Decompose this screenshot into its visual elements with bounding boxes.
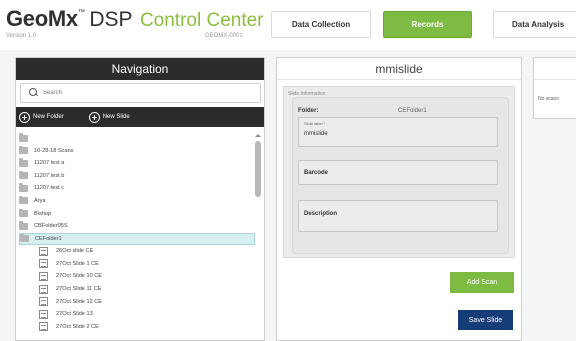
tree-slide-item[interactable]: 27Oct Slide 2 CE — [19, 320, 255, 333]
tree-folder-item[interactable]: 11207 test b — [19, 170, 255, 182]
add-scan-button[interactable]: Add Scan — [450, 272, 514, 293]
brand-control-center: Control Center — [139, 10, 264, 31]
app-header: GeoMx™ DSP Control Center Version 1.0 GE… — [0, 0, 576, 50]
slide-icon — [39, 269, 51, 281]
new-folder-label: New Folder — [33, 114, 64, 120]
instrument-id: GEOMX-0001 — [205, 33, 243, 39]
scroll-up-arrow-icon[interactable] — [255, 134, 261, 137]
tree-item-label: 26Oct slide CE — [56, 248, 94, 255]
navigation-title: Navigation — [16, 58, 264, 80]
folder-key: Folder: — [298, 108, 319, 114]
tree-item-label: 11207 test c — [34, 185, 65, 192]
brand-logo: GeoMx™ DSP Control Center — [6, 6, 264, 32]
tree-folder-item[interactable]: 10-28-18 Scans — [19, 145, 255, 157]
tree-item-label: 27Oct Slide 2 CE — [56, 323, 99, 330]
slide-icon — [39, 257, 51, 269]
scans-empty-text: No scans — [538, 96, 559, 102]
version-label: Version 1.0 — [6, 33, 37, 39]
tree-folder-item[interactable]: CBFolder05S — [19, 220, 255, 232]
description-field[interactable]: Description — [298, 200, 498, 232]
slide-icon — [39, 244, 51, 256]
barcode-field[interactable]: Barcode — [298, 160, 498, 185]
tree-item-label: 10-28-18 Scans — [34, 147, 74, 154]
tree-slide-item[interactable]: 27Oct Slide 11 CE — [19, 282, 255, 295]
description-label: Description — [304, 211, 338, 217]
folder-icon — [19, 208, 28, 218]
folder-value: CEFolder1 — [398, 108, 427, 114]
brand-dsp: DSP — [89, 8, 133, 31]
search-box[interactable] — [20, 83, 261, 103]
brand-geomx: GeoMx — [6, 6, 78, 31]
tree-slide-item[interactable]: 26Oct slide CE — [19, 244, 255, 257]
folder-icon — [19, 133, 28, 142]
tree-item-label: 27Oct Slide 13 — [56, 311, 93, 318]
tree-item-label: Bishop — [34, 210, 52, 217]
tree-slide-item[interactable]: 27Oct Slide 10 CE — [19, 269, 255, 282]
plus-circle-icon — [88, 111, 100, 123]
new-folder-button[interactable]: New Folder — [19, 111, 64, 123]
new-slide-label: New Slide — [102, 114, 130, 120]
folder-icon — [19, 183, 28, 192]
slide-icon — [39, 282, 51, 294]
tree-slide-item[interactable]: 27Oct Slide 1 CE — [19, 257, 255, 270]
tree-folder-item[interactable]: CEFolder1 — [19, 232, 255, 245]
scans-panel-header — [534, 58, 576, 80]
tree-folder-item[interactable]: 11207 test c — [19, 182, 255, 194]
tree-item-label: CEFolder1 — [35, 235, 62, 242]
brand-trademark: ™ — [77, 9, 85, 16]
tree-slide-item[interactable]: 27Oct Slide 13 — [19, 307, 255, 320]
search-icon — [29, 88, 39, 98]
folder-icon — [19, 195, 28, 205]
folder-icon — [19, 158, 28, 167]
tab-records[interactable]: Records — [383, 11, 472, 38]
new-slide-button[interactable]: New Slide — [88, 111, 130, 123]
tree-slide-item[interactable]: 27Oct Slide 12 CE — [19, 295, 255, 308]
folder-icon — [19, 221, 28, 230]
barcode-label: Barcode — [304, 170, 329, 176]
slide-icon — [39, 307, 51, 319]
slide-title: mmislide — [277, 58, 521, 80]
slide-panel: mmislide Slide Information — [276, 57, 522, 341]
scans-panel: No scans — [533, 57, 576, 119]
tab-data-collection[interactable]: Data Collection — [271, 11, 371, 38]
tree-item-label: 27Oct Slide 12 CE — [56, 298, 103, 305]
navigation-panel: Navigation New Folder New Slide 10-28-18… — [15, 57, 265, 341]
slide-label-field[interactable]: Slide label * mmislide — [298, 117, 498, 147]
save-slide-button[interactable]: Save Slide — [458, 310, 513, 330]
tree-item-label: 27Oct Slide 1 CE — [56, 260, 99, 267]
tree-item-label: 11207 test a — [34, 160, 65, 167]
tree-folder-item[interactable]: 11207 test a — [19, 157, 255, 169]
search-input[interactable] — [43, 90, 243, 96]
tree-item-label: 11207 test b — [34, 172, 65, 179]
folder-icon — [19, 145, 28, 155]
slide-icon — [39, 320, 51, 332]
tree-item-label: Arya — [34, 197, 46, 204]
tree-item-label: 27Oct Slide 10 CE — [56, 273, 103, 280]
folder-tree: 10-28-18 Scans 11207 test a 11207 test b 11… — [19, 132, 255, 340]
tree-folder-item[interactable]: Arya — [19, 195, 255, 207]
tree-item-label: CBFolder05S — [34, 223, 68, 230]
tree-item-label: 27Oct Slide 11 CE — [56, 286, 102, 293]
slide-icon — [39, 295, 51, 307]
slide-label-value: mmislide — [304, 131, 328, 137]
scroll-thumb[interactable] — [255, 141, 261, 197]
plus-circle-icon — [19, 111, 30, 123]
folder-icon — [19, 170, 28, 180]
tree-scrollbar[interactable] — [254, 132, 262, 340]
tab-data-analysis[interactable]: Data Analysis — [493, 11, 576, 38]
tree-folder-item[interactable] — [19, 132, 255, 144]
navigation-toolbar: New Folder New Slide — [16, 107, 264, 127]
tree-folder-item[interactable]: Bishop — [19, 207, 255, 219]
folder-icon — [20, 233, 29, 243]
slide-label-caption: Slide label * — [304, 121, 326, 126]
